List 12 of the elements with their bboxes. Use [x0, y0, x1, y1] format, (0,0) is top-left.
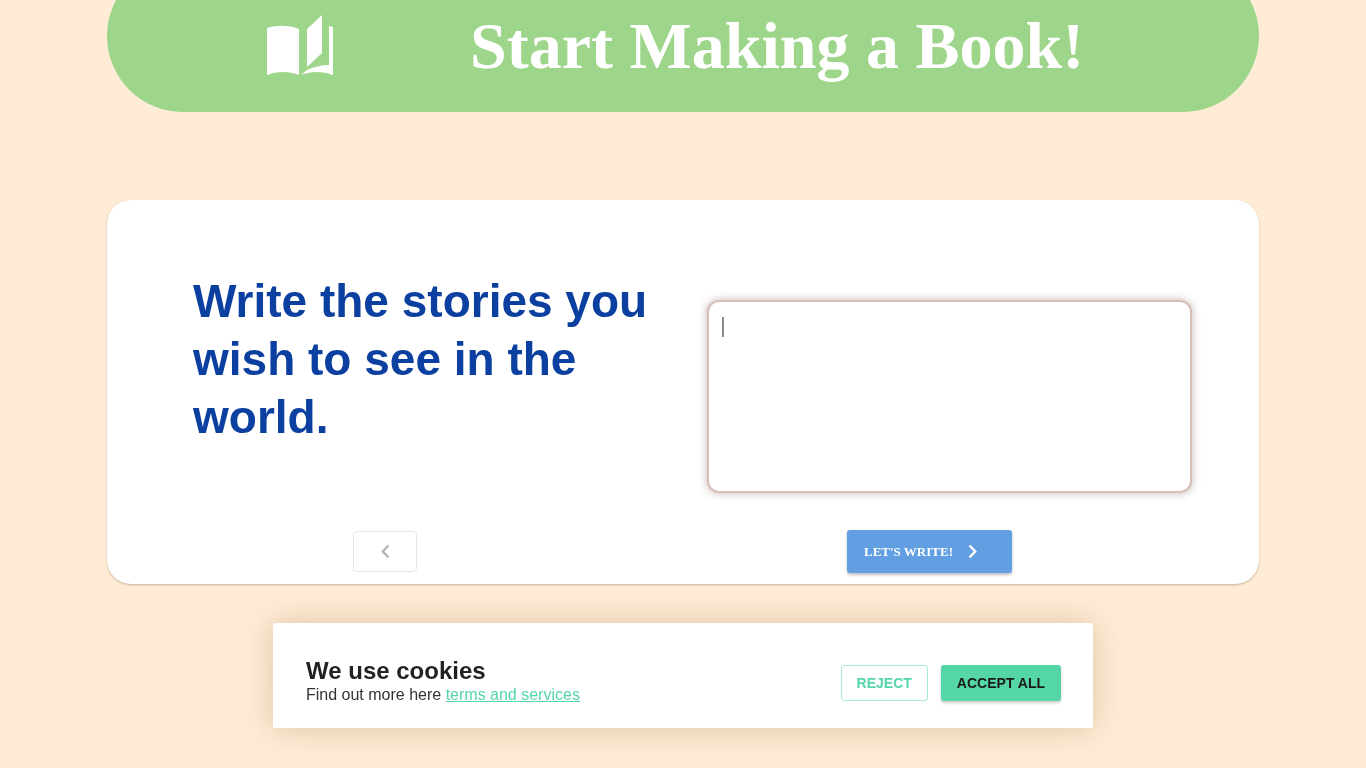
- cookie-notice-text: Find out more here terms and services: [306, 685, 580, 705]
- chevron-left-icon: [380, 544, 390, 559]
- story-text-field[interactable]: [707, 300, 1192, 493]
- intro-heading: Write the stories you wish to see in the world.: [193, 274, 649, 445]
- reject-button[interactable]: REJECT: [840, 665, 928, 701]
- open-book-icon: [267, 15, 333, 77]
- lets-write-button[interactable]: LET'S WRITE!: [847, 530, 1012, 573]
- accept-all-button[interactable]: ACCEPT ALL: [940, 665, 1061, 701]
- cookie-title: We use cookies: [306, 656, 487, 686]
- terms-link[interactable]: terms and services: [445, 686, 580, 703]
- chevron-right-icon: [968, 544, 977, 559]
- back-button[interactable]: [353, 531, 417, 572]
